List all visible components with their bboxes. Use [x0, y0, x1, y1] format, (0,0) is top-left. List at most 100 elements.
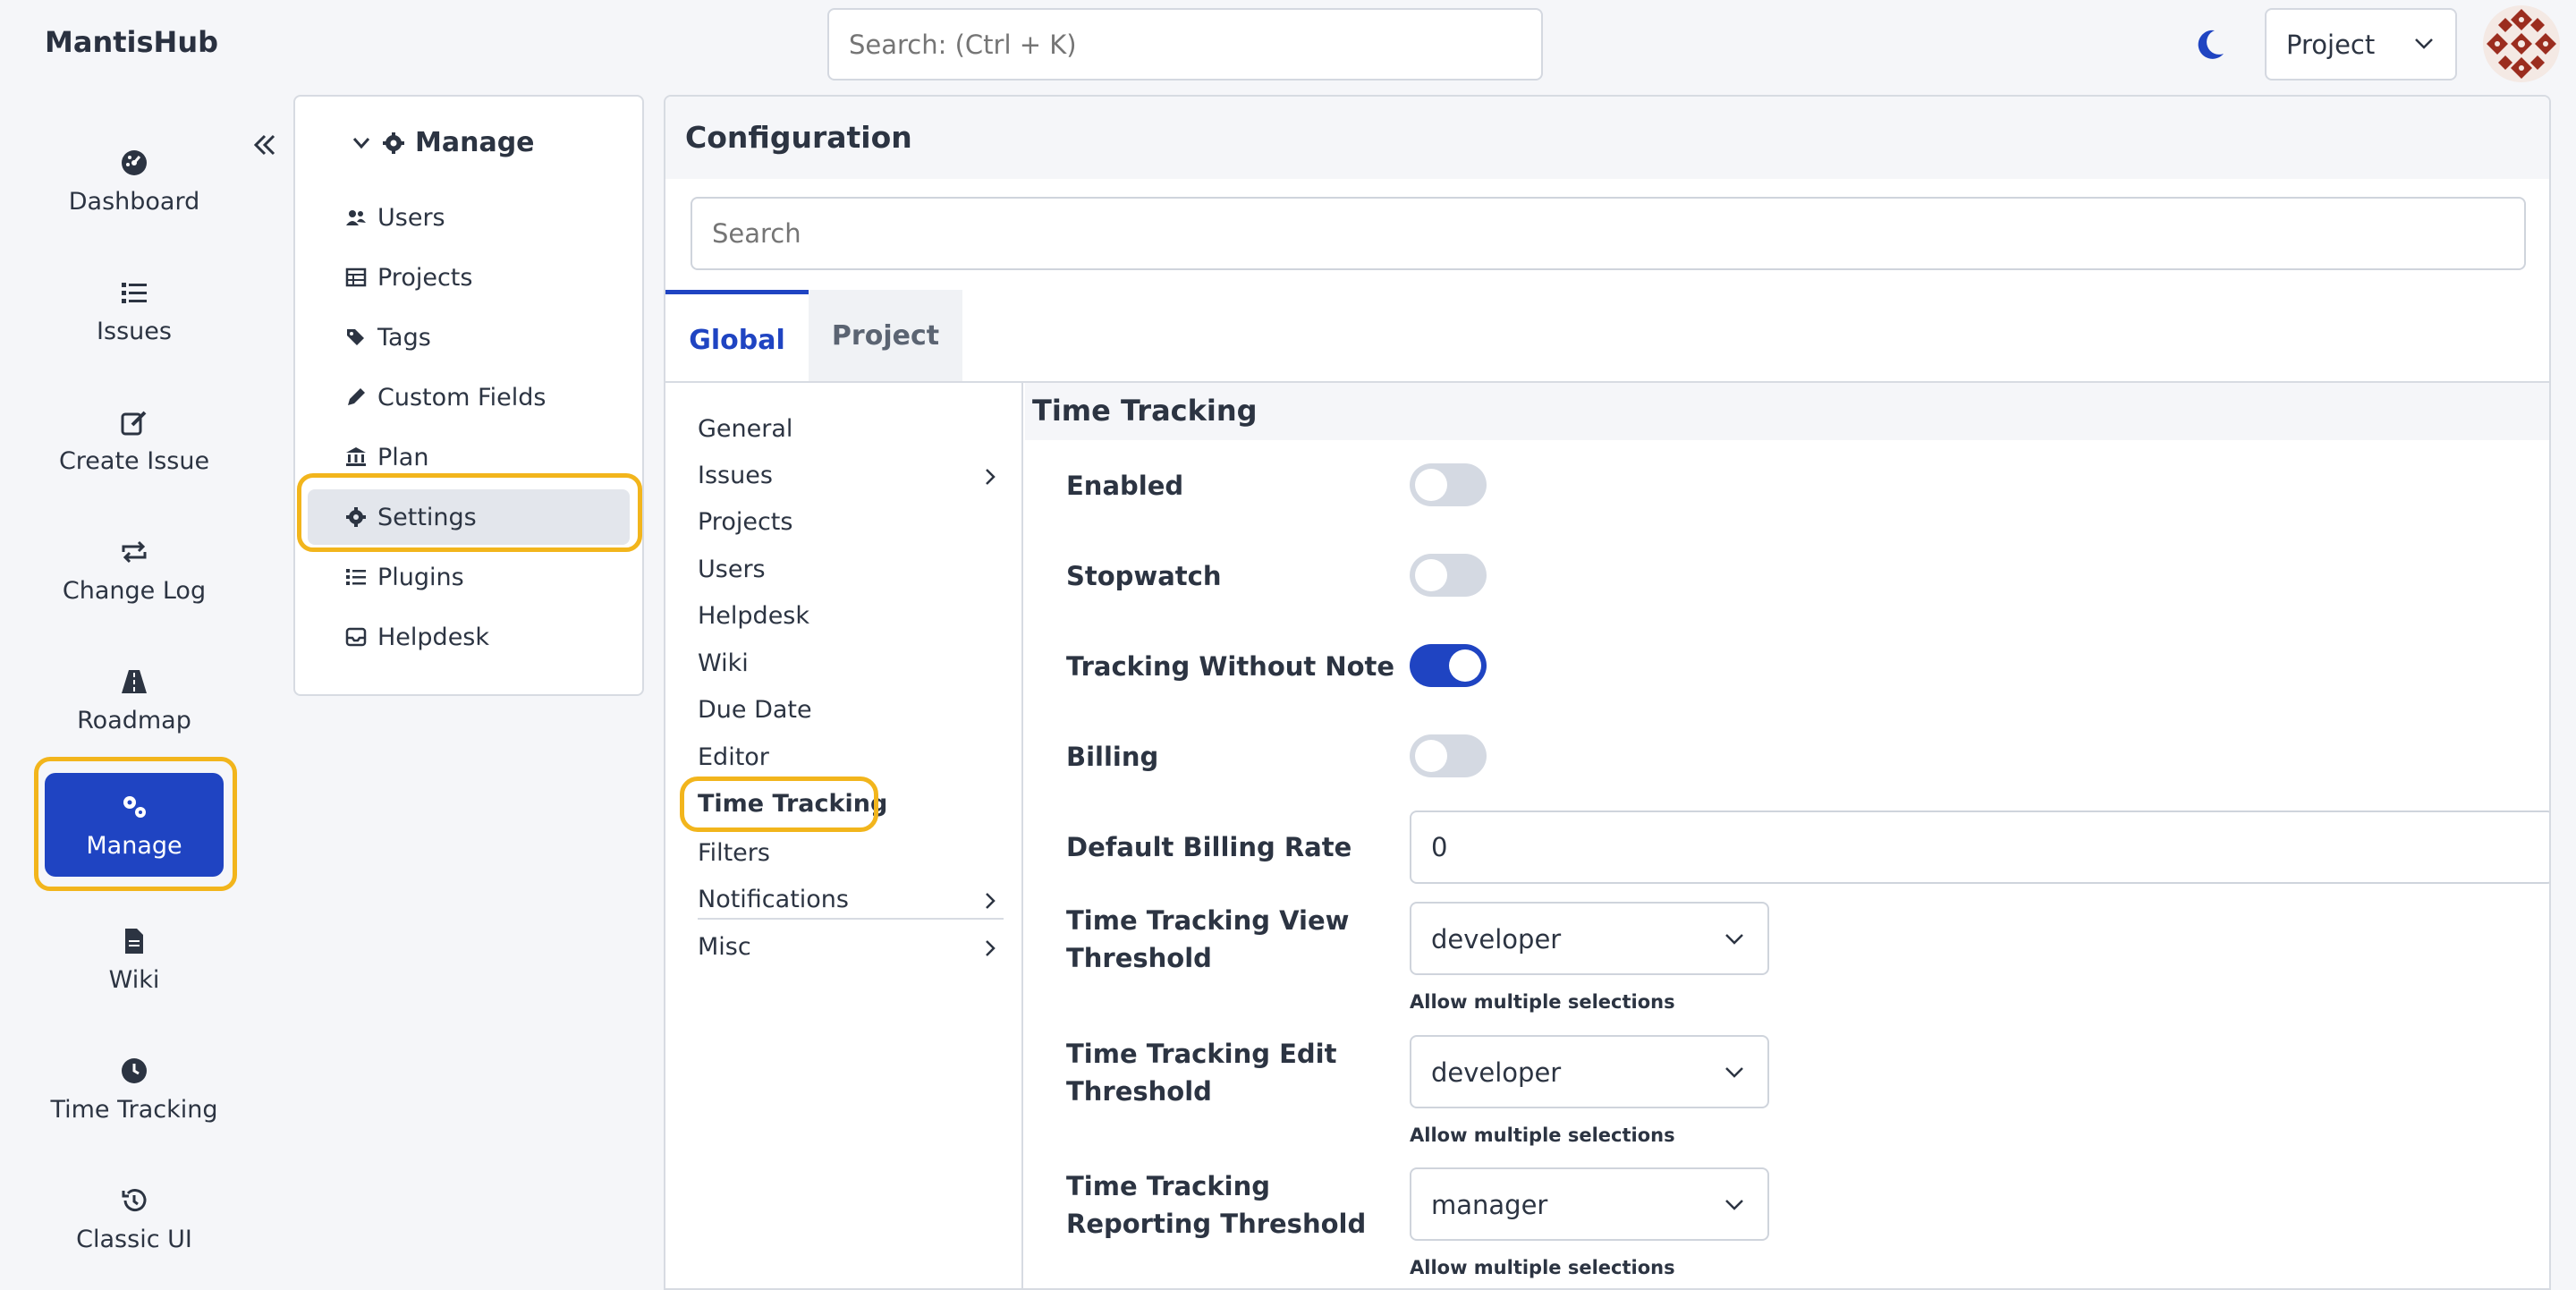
manage-item-tags-label: Tags [377, 324, 431, 352]
nav-dashboard[interactable]: Dashboard [45, 129, 224, 233]
section-wiki[interactable]: Wiki [698, 642, 1002, 685]
nav-time-tracking[interactable]: Time Tracking [45, 1037, 224, 1141]
section-label: Wiki [698, 649, 749, 677]
manage-item-helpdesk-label: Helpdesk [377, 624, 490, 651]
section-notifications[interactable]: Notifications [698, 878, 1002, 921]
chevron-down-icon [1724, 1065, 1744, 1082]
app-title[interactable]: MantisHub [45, 25, 218, 59]
manage-item-custom-fields[interactable]: Custom Fields [308, 369, 630, 425]
manage-item-plan-label: Plan [377, 444, 429, 471]
select-value: developer [1431, 924, 1562, 955]
section-label: Helpdesk [698, 602, 810, 630]
section-label: Due Date [698, 696, 812, 724]
configuration-panel: Configuration Global Project General Iss… [664, 95, 2551, 1290]
nav-wiki-label: Wiki [108, 966, 160, 994]
collapse-sidebar-icon[interactable] [247, 129, 283, 161]
chevron-down-icon [1724, 932, 1744, 949]
chevron-right-icon [984, 938, 996, 962]
tab-global[interactable]: Global [665, 290, 809, 381]
config-search-input[interactable] [691, 197, 2526, 270]
manage-item-helpdesk[interactable]: Helpdesk [308, 609, 630, 665]
avatar[interactable] [2483, 5, 2560, 82]
tab-global-label: Global [689, 325, 785, 356]
section-misc[interactable]: Misc [698, 926, 1002, 969]
chevron-down-icon [1724, 1198, 1744, 1215]
moon-icon[interactable] [2193, 25, 2229, 64]
edit-threshold-label: Time Tracking Edit Threshold [1066, 1039, 1337, 1107]
chevron-right-icon [984, 467, 996, 490]
section-label: General [698, 415, 793, 443]
tab-project-label: Project [831, 320, 940, 352]
road-icon [120, 667, 148, 696]
billing-toggle[interactable] [1410, 734, 1487, 777]
section-label: Misc [698, 933, 751, 961]
manage-item-users-label: Users [377, 204, 445, 232]
manage-item-projects[interactable]: Projects [308, 250, 630, 305]
reporting-threshold-label: Time Tracking Reporting Threshold [1066, 1171, 1367, 1239]
section-editor[interactable]: Editor [698, 736, 1002, 779]
list-icon [120, 278, 148, 307]
default-billing-rate-input[interactable] [1410, 810, 2549, 884]
time-tracking-settings: Time Tracking Enabled Stopwatch Tracking… [1025, 383, 2549, 1288]
nav-dashboard-label: Dashboard [68, 188, 200, 216]
project-select[interactable]: Project [2265, 8, 2457, 81]
edit-threshold-select[interactable]: developer [1410, 1035, 1769, 1108]
section-label: Editor [698, 743, 769, 771]
tracking-without-note-label: Tracking Without Note [1066, 651, 1395, 682]
chevron-right-icon [984, 891, 996, 914]
chevron-down-icon [352, 136, 370, 153]
reporting-threshold-hint: Allow multiple selections [1410, 1257, 1675, 1278]
section-title-bar: Time Tracking [1025, 383, 2549, 440]
manage-section-title: Manage [415, 127, 535, 158]
manage-highlight [34, 757, 237, 891]
config-section-nav: General Issues Projects Users Helpdesk W… [665, 383, 1023, 1288]
config-tabs: Global Project [665, 290, 2549, 383]
nav-time-tracking-label: Time Tracking [50, 1096, 218, 1124]
section-label: Issues [698, 462, 773, 489]
pencil-icon [345, 386, 367, 408]
nav-change-log[interactable]: Change Log [45, 518, 224, 622]
section-projects[interactable]: Projects [698, 501, 1002, 544]
users-icon [345, 207, 367, 228]
default-billing-rate-label: Default Billing Rate [1066, 832, 1352, 862]
section-helpdesk[interactable]: Helpdesk [698, 595, 1002, 638]
section-issues[interactable]: Issues [698, 454, 1002, 497]
nav-roadmap[interactable]: Roadmap [45, 648, 224, 751]
nav-create-issue[interactable]: Create Issue [45, 388, 224, 492]
enabled-toggle[interactable] [1410, 463, 1487, 506]
gear-icon [383, 132, 404, 157]
inbox-icon [345, 626, 367, 648]
manage-item-plugins-label: Plugins [377, 564, 464, 591]
configuration-header: Configuration [665, 97, 2549, 179]
manage-item-users[interactable]: Users [308, 190, 630, 245]
global-search-input[interactable] [827, 8, 1543, 81]
section-label: Notifications [698, 886, 849, 913]
tab-project[interactable]: Project [809, 290, 962, 381]
changelog-icon [120, 538, 148, 566]
view-threshold-hint: Allow multiple selections [1410, 991, 1675, 1013]
nav-wiki[interactable]: Wiki [45, 907, 224, 1011]
enabled-label: Enabled [1066, 471, 1184, 501]
nav-create-issue-label: Create Issue [58, 447, 210, 475]
section-users[interactable]: Users [698, 548, 1002, 591]
section-general[interactable]: General [698, 408, 1002, 451]
nav-classic-ui-label: Classic UI [76, 1226, 192, 1253]
section-title: Time Tracking [1032, 394, 1258, 428]
tracking-without-note-toggle[interactable] [1410, 644, 1487, 687]
reporting-threshold-select[interactable]: manager [1410, 1167, 1769, 1241]
nav-issues[interactable]: Issues [45, 259, 224, 362]
section-filters[interactable]: Filters [698, 832, 1002, 875]
toggle-knob [1415, 740, 1447, 772]
manage-item-tags[interactable]: Tags [308, 310, 630, 365]
manage-item-projects-label: Projects [377, 264, 473, 292]
toggle-knob [1449, 649, 1481, 682]
nav-classic-ui[interactable]: Classic UI [45, 1167, 224, 1270]
billing-label: Billing [1066, 742, 1159, 772]
section-label: Projects [698, 508, 793, 536]
manage-item-plugins[interactable]: Plugins [308, 549, 630, 605]
manage-section-toggle[interactable]: Manage [322, 123, 626, 165]
view-threshold-select[interactable]: developer [1410, 902, 1769, 975]
nav-roadmap-label: Roadmap [77, 707, 191, 734]
stopwatch-toggle[interactable] [1410, 554, 1487, 597]
section-due-date[interactable]: Due Date [698, 689, 1002, 732]
